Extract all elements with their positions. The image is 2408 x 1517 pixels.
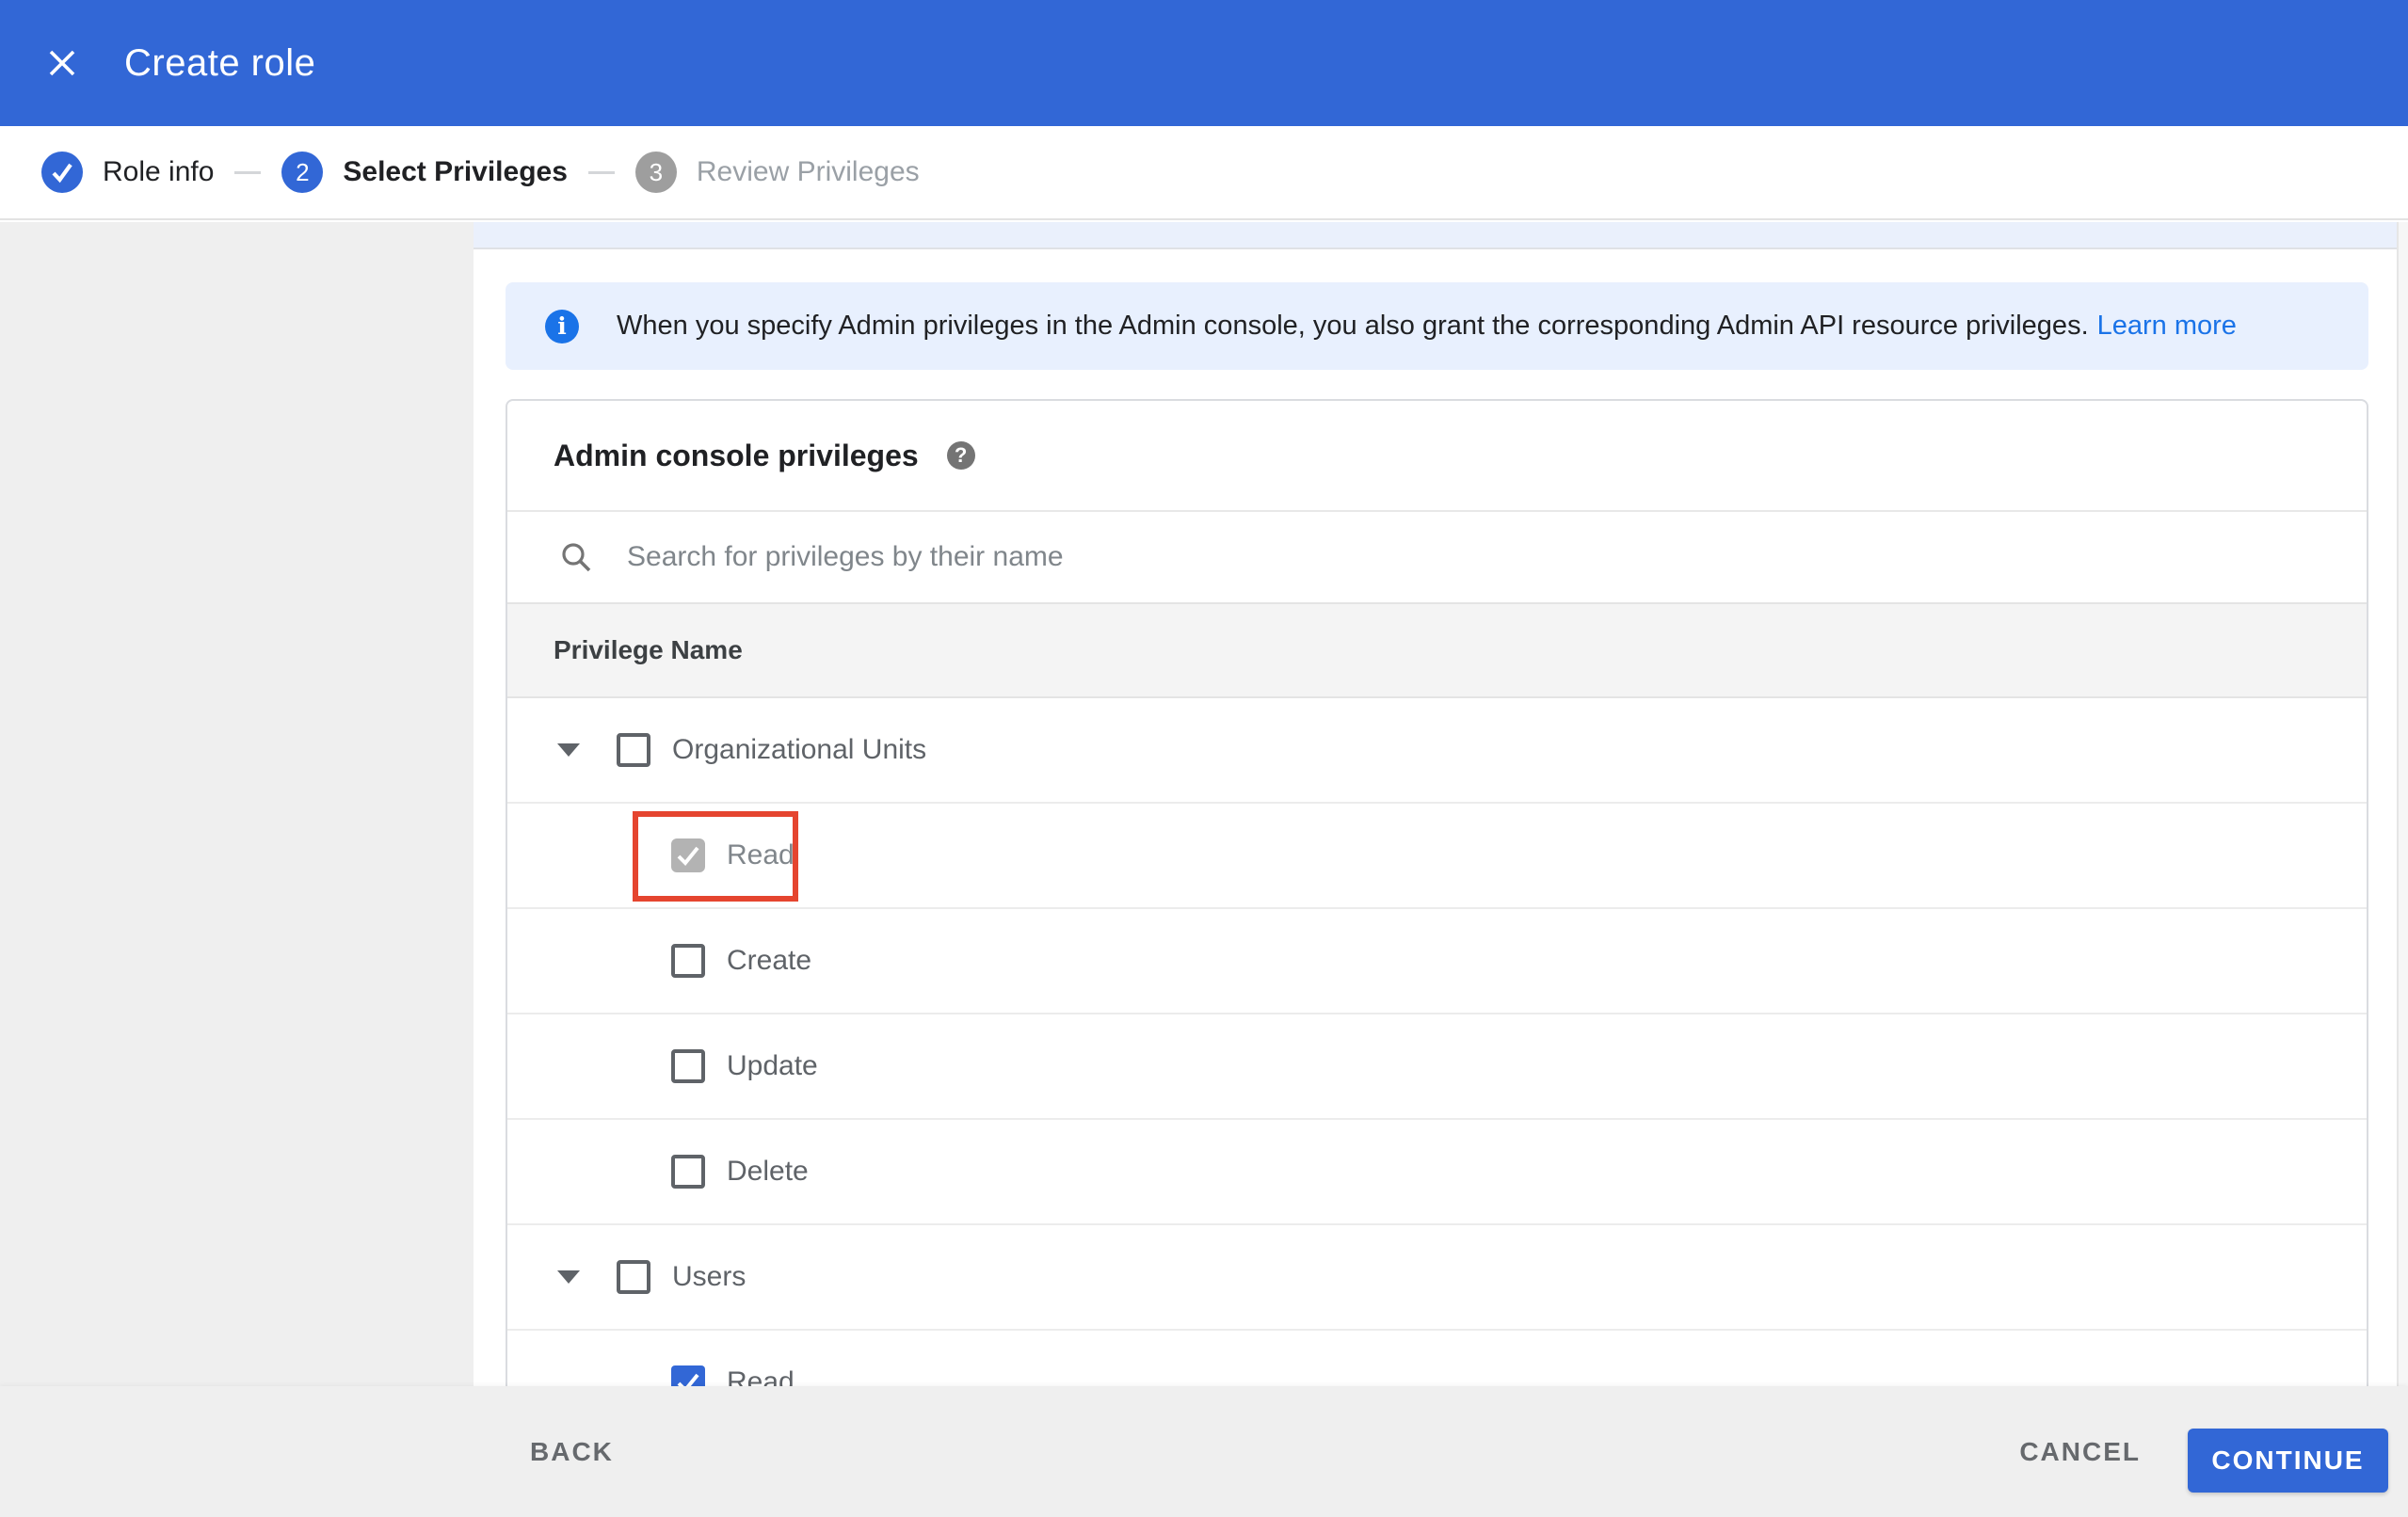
step-2-number: 2	[296, 157, 310, 186]
users-read-checkbox-checked[interactable]	[671, 1365, 705, 1386]
step-3-number: 3	[649, 157, 664, 186]
card-header: Admin console privileges ?	[507, 401, 2367, 512]
check-icon	[677, 846, 699, 866]
privilege-row-users-read: Read	[507, 1331, 2367, 1386]
privilege-row-users: Users	[507, 1225, 2367, 1331]
learn-more-link[interactable]: Learn more	[2097, 311, 2237, 342]
privilege-search-row	[507, 512, 2367, 602]
privilege-row-create: Create	[507, 909, 2367, 1014]
step-1-circle[interactable]	[41, 152, 83, 193]
dialog-header: Create role	[0, 0, 2408, 126]
stepper: Role info 2 Select Privileges 3 Review P…	[0, 126, 2408, 220]
table-header: Privilege Name	[507, 602, 2367, 698]
update-checkbox[interactable]	[671, 1049, 705, 1083]
privilege-label: Read	[727, 1366, 795, 1386]
continue-button[interactable]: CONTINUE	[2188, 1429, 2388, 1493]
step-connector	[587, 170, 615, 174]
step-3-circle[interactable]: 3	[634, 152, 677, 193]
column-privilege-name: Privilege Name	[554, 635, 743, 664]
close-button[interactable]	[41, 42, 83, 84]
privilege-row-update: Update	[507, 1014, 2367, 1120]
footer-bar: BACK CANCEL CONTINUE	[0, 1386, 2408, 1517]
step-1-label[interactable]: Role info	[103, 156, 214, 188]
privilege-row-read: Read	[507, 804, 2367, 909]
back-button[interactable]: BACK	[530, 1386, 614, 1517]
privilege-label: Users	[672, 1261, 746, 1292]
privilege-label: Delete	[727, 1156, 809, 1187]
step-connector	[234, 170, 262, 174]
page-title: Create role	[124, 41, 316, 84]
close-icon	[49, 50, 75, 76]
step-2-label[interactable]: Select Privileges	[343, 156, 567, 188]
help-icon[interactable]: ?	[946, 441, 975, 470]
privilege-row-delete: Delete	[507, 1120, 2367, 1225]
collapse-arrow-icon[interactable]	[557, 1270, 580, 1284]
info-banner: i When you specify Admin privileges in t…	[506, 282, 2368, 370]
left-gutter	[0, 222, 474, 1386]
check-icon	[52, 163, 72, 184]
cancel-button[interactable]: CANCEL	[2019, 1386, 2141, 1517]
privilege-label: Organizational Units	[672, 734, 927, 765]
privilege-row-organizational-units: Organizational Units	[507, 698, 2367, 804]
delete-checkbox[interactable]	[671, 1155, 705, 1189]
banner-text: When you specify Admin privileges in the…	[617, 311, 2089, 341]
create-checkbox[interactable]	[671, 944, 705, 978]
collapse-arrow-icon[interactable]	[557, 743, 580, 757]
scrolled-banner-strip	[474, 222, 2397, 249]
privilege-label: Read	[727, 839, 795, 870]
scroll-content: i When you specify Admin privileges in t…	[474, 222, 2397, 1386]
step-3-label[interactable]: Review Privileges	[697, 156, 920, 188]
admin-privileges-card: Admin console privileges ? Privilege Nam…	[506, 399, 2368, 1386]
privilege-label: Create	[727, 945, 812, 976]
vertical-scrollbar[interactable]	[2397, 222, 2408, 1386]
search-icon	[562, 543, 591, 572]
users-checkbox[interactable]	[617, 1260, 650, 1294]
card-title: Admin console privileges	[554, 438, 919, 472]
info-icon: i	[545, 309, 579, 343]
step-2-circle[interactable]: 2	[281, 152, 324, 193]
read-checkbox-checked[interactable]	[671, 838, 705, 872]
check-icon	[677, 1373, 699, 1386]
organizational-units-checkbox[interactable]	[617, 733, 650, 767]
privilege-label: Update	[727, 1050, 818, 1081]
search-input[interactable]	[627, 541, 2039, 573]
